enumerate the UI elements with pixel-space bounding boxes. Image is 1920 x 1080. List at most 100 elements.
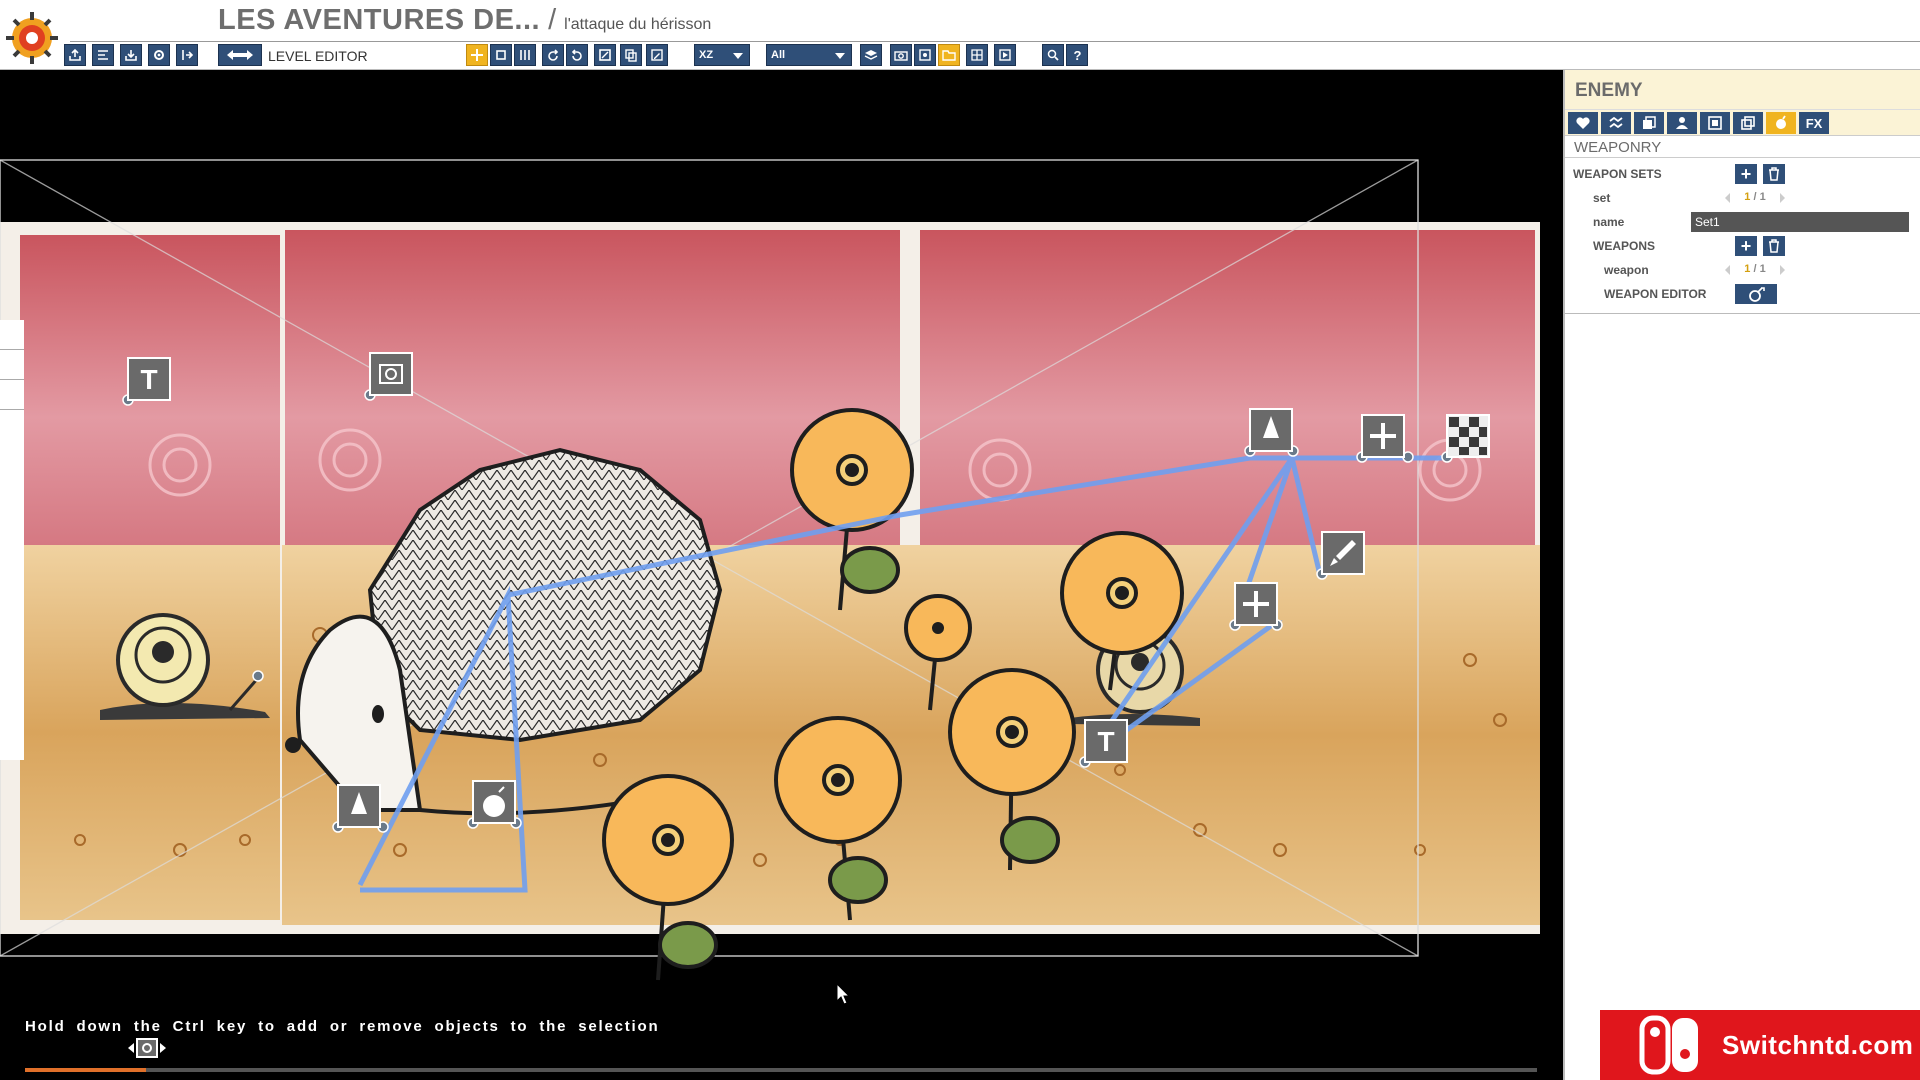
- scale-tool-button[interactable]: [514, 44, 536, 66]
- move-tool-button[interactable]: [466, 44, 488, 66]
- play-button[interactable]: [994, 44, 1016, 66]
- preview-icon: [1047, 49, 1059, 61]
- weapon-editor-row: WEAPON EDITOR: [1565, 282, 1920, 306]
- name-label: name: [1593, 215, 1625, 229]
- checker-marker[interactable]: [1446, 414, 1490, 458]
- set-total: 1: [1759, 191, 1766, 203]
- weapon-stepper[interactable]: 1 / 1: [1725, 263, 1785, 277]
- help-button[interactable]: ?: [1066, 44, 1088, 66]
- set-label: set: [1593, 191, 1611, 205]
- tab-character[interactable]: [1667, 112, 1697, 134]
- layers-button[interactable]: [860, 44, 882, 66]
- grid-button[interactable]: [966, 44, 988, 66]
- camera-handle-icon: [128, 1038, 166, 1058]
- timeline-handle[interactable]: [126, 1036, 168, 1060]
- filter-select-value: All: [771, 49, 786, 61]
- export-button[interactable]: [64, 44, 86, 66]
- flower[interactable]: [602, 774, 734, 981]
- level-viewport[interactable]: T T Hold down the Ctrl key to add or rem…: [0, 70, 1563, 1080]
- left-tab-row[interactable]: [0, 380, 24, 410]
- axis-select[interactable]: XZ: [694, 44, 750, 66]
- spawn-marker[interactable]: [1249, 408, 1293, 452]
- add-weapon-set-button[interactable]: +: [1735, 164, 1757, 184]
- properties-panel: ENEMY FX WEAPONRY WEAPON SETS + set 1 / …: [1563, 70, 1920, 1080]
- tab-frame[interactable]: [1700, 112, 1730, 134]
- trash-icon: [1769, 239, 1779, 253]
- panel-tabs: FX: [1565, 110, 1920, 136]
- weapon-current: 1: [1744, 263, 1751, 275]
- chevron-right-icon[interactable]: [1780, 193, 1785, 203]
- undo-button[interactable]: [542, 44, 564, 66]
- play-icon: [999, 49, 1011, 61]
- undo-icon: [548, 49, 559, 61]
- add-weapon-button[interactable]: +: [1735, 236, 1757, 256]
- background-layer: [0, 222, 1540, 934]
- filter-select[interactable]: All: [766, 44, 852, 66]
- tab-movement[interactable]: [1601, 112, 1631, 134]
- settings-button[interactable]: [148, 44, 170, 66]
- level-scene[interactable]: T T: [0, 70, 1563, 1080]
- frame-button[interactable]: [594, 44, 616, 66]
- bomb-marker[interactable]: [472, 780, 516, 824]
- copy-icon: [625, 49, 637, 62]
- spawn-marker[interactable]: [337, 784, 381, 828]
- copy-button[interactable]: [620, 44, 642, 66]
- console-logo: [1639, 1015, 1698, 1075]
- exit-icon: [182, 50, 194, 60]
- clone-icon: [1741, 116, 1755, 130]
- weapon-icon: [1776, 115, 1786, 129]
- folder-button[interactable]: [938, 44, 960, 66]
- screenshot-button[interactable]: [914, 44, 936, 66]
- set-name-input[interactable]: [1691, 212, 1909, 232]
- text-marker[interactable]: T: [127, 357, 171, 401]
- frame-icon: [1708, 116, 1722, 130]
- redo-icon: [571, 49, 582, 61]
- left-tab-row[interactable]: [0, 350, 24, 380]
- title-separator: /: [548, 4, 557, 36]
- preview-button[interactable]: [1042, 44, 1064, 66]
- camera-icon: [894, 51, 908, 61]
- tab-layers[interactable]: [1634, 112, 1664, 134]
- left-side-tab[interactable]: [0, 320, 24, 760]
- import-list-button[interactable]: [92, 44, 114, 66]
- camera-button[interactable]: [890, 44, 912, 66]
- delete-weapon-button[interactable]: [1763, 236, 1785, 256]
- weapon-sets-label: WEAPON SETS: [1573, 167, 1662, 181]
- text-marker[interactable]: T: [1084, 719, 1128, 763]
- swap-arrows-icon: [227, 50, 253, 60]
- rotate-tool-button[interactable]: [490, 44, 512, 66]
- grid-marker[interactable]: [1361, 414, 1405, 458]
- chevron-left-icon[interactable]: [1725, 193, 1730, 203]
- tab-health[interactable]: [1568, 112, 1598, 134]
- set-stepper[interactable]: 1 / 1: [1725, 191, 1785, 205]
- move-icon: [471, 49, 483, 61]
- grid-marker[interactable]: [1234, 582, 1278, 626]
- timeline-track[interactable]: [25, 1068, 1537, 1072]
- tab-clone[interactable]: [1733, 112, 1763, 134]
- redo-button[interactable]: [566, 44, 588, 66]
- tab-weaponry[interactable]: [1766, 112, 1796, 134]
- edit-icon: [651, 49, 663, 61]
- svg-text:T: T: [140, 364, 157, 395]
- weapon-editor-label: WEAPON EDITOR: [1604, 287, 1707, 301]
- open-weapon-editor-button[interactable]: [1735, 284, 1777, 304]
- exit-button[interactable]: [176, 44, 198, 66]
- mode-swap-button[interactable]: [218, 44, 262, 66]
- download-button[interactable]: [120, 44, 142, 66]
- weapon-icon: [1749, 287, 1765, 302]
- delete-weapon-set-button[interactable]: [1763, 164, 1785, 184]
- stepper-slash: /: [1753, 263, 1757, 275]
- rocket-marker[interactable]: [1321, 531, 1365, 575]
- edit-button[interactable]: [646, 44, 668, 66]
- weapons-row: WEAPONS +: [1565, 234, 1920, 258]
- help-icon: ?: [1074, 48, 1082, 62]
- left-tab-row[interactable]: [0, 320, 24, 350]
- download-icon: [125, 50, 137, 61]
- mouse-cursor-icon: [836, 983, 850, 1005]
- chevron-right-icon[interactable]: [1780, 265, 1785, 275]
- chevron-left-icon[interactable]: [1725, 265, 1730, 275]
- screenshot-icon: [919, 49, 931, 61]
- camera-marker[interactable]: [369, 352, 413, 396]
- folder-icon: [942, 50, 956, 61]
- tab-fx[interactable]: FX: [1799, 112, 1829, 134]
